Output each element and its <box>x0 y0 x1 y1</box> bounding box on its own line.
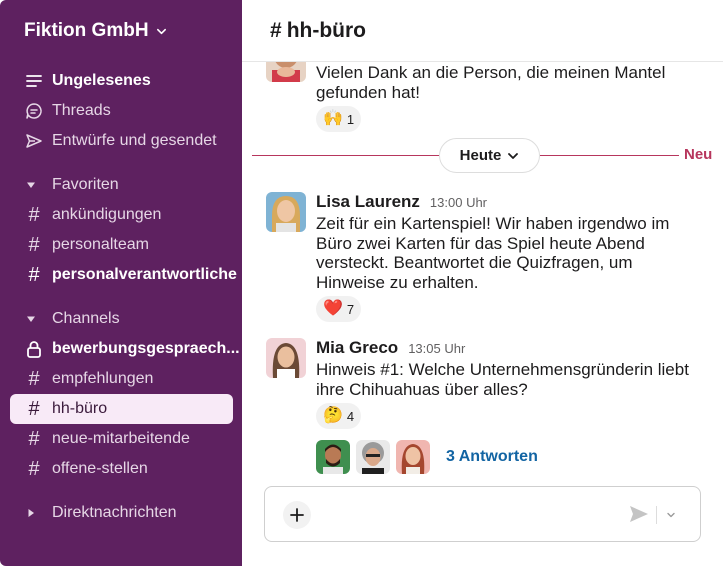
message-composer[interactable] <box>264 486 701 542</box>
reply-avatar <box>356 440 390 474</box>
message-line: Vielen Dank an die Person, die meinen Ma… <box>316 63 666 82</box>
hash-icon: # <box>28 428 40 450</box>
message-line: ihre Chihuahuas über alles? <box>316 379 528 399</box>
reply-avatar <box>396 440 430 474</box>
timestamp[interactable]: 13:05 Uhr <box>408 341 465 356</box>
channel-label: personalteam <box>52 236 149 253</box>
hash-icon: # <box>28 234 40 256</box>
message-line: versteckt. Beantwortet die Quizfragen, u… <box>316 253 633 272</box>
send-options-chevron-icon[interactable] <box>666 510 676 520</box>
workspace-name: Fiktion GmbH <box>24 20 149 41</box>
section-title: Channels <box>52 310 120 327</box>
channel-label: neue-mitarbeitende <box>52 430 190 447</box>
channel-label: bewerbungsgespraech... <box>52 340 240 357</box>
channel-view: # hh-büro Vielen Dank an die Person, die … <box>242 0 723 566</box>
reaction-count: 1 <box>346 111 355 127</box>
reaction-raised-hands[interactable]: 🙌 1 <box>316 106 362 132</box>
sidebar-item-label: Ungelesenes <box>52 72 151 89</box>
sidebar-item-drafts-sent[interactable]: Entwürfe und gesendet <box>10 126 233 156</box>
reply-avatar <box>316 440 350 474</box>
raised-hands-emoji: 🙌 <box>323 110 343 127</box>
channel-label: empfehlungen <box>52 370 154 387</box>
author-name[interactable]: Lisa Laurenz <box>316 192 420 212</box>
channel-title[interactable]: # hh-büro <box>270 19 366 43</box>
avatar[interactable] <box>266 338 306 378</box>
channel-label: offene-stellen <box>52 460 148 477</box>
message-header: Mia Greco 13:05 Uhr <box>316 338 465 358</box>
reaction-heart[interactable]: ❤️ 7 <box>316 296 362 322</box>
channel-header: # hh-büro <box>242 0 723 62</box>
date-label: Heute <box>459 147 502 164</box>
hash-icon: # <box>28 368 40 390</box>
caret-down-icon <box>27 316 35 322</box>
hash-icon: # <box>270 18 282 42</box>
message-line: Zeit für ein Kartenspiel! Wir haben irge… <box>316 214 670 233</box>
chevron-down-icon <box>508 152 519 159</box>
message-line: gefunden hat! <box>316 82 420 102</box>
hash-icon: # <box>28 398 40 420</box>
hash-icon: # <box>28 264 40 286</box>
lock-icon <box>24 339 44 359</box>
thinking-face-emoji: 🤔 <box>323 407 343 424</box>
send-button[interactable] <box>629 505 649 523</box>
sidebar-item-label: Entwürfe und gesendet <box>52 132 217 149</box>
caret-down-icon <box>27 182 35 188</box>
new-messages-label: Neu <box>684 146 713 163</box>
new-messages-line-right <box>540 155 679 156</box>
unread-list-icon <box>24 71 44 91</box>
message-text: Vielen Dank an die Person, die meinen Ma… <box>316 63 665 102</box>
threads-icon <box>24 101 44 121</box>
sidebar-channel-bewerbungsgespraech[interactable]: bewerbungsgespraech... <box>10 334 240 364</box>
send-icon <box>24 131 44 151</box>
sidebar-item-label: Threads <box>52 102 111 119</box>
sidebar-channel-personalverantwortliche[interactable]: # personalverantwortliche <box>10 260 237 290</box>
reaction-thinking[interactable]: 🤔 4 <box>316 403 362 429</box>
channels-section-toggle[interactable]: Channels <box>10 304 233 334</box>
reaction-count: 4 <box>346 408 355 424</box>
sidebar-channel-empfehlungen[interactable]: # empfehlungen <box>10 364 233 394</box>
favorites-section-toggle[interactable]: Favoriten <box>10 170 233 200</box>
channel-name: hh-büro <box>286 18 366 42</box>
sidebar: Fiktion GmbH Ungelesenes Threads Entwürf… <box>0 0 242 566</box>
sidebar-channel-hh-buero[interactable]: # hh-büro <box>10 394 233 424</box>
sidebar-channel-offene-stellen[interactable]: # offene-stellen <box>10 454 233 484</box>
hash-icon: # <box>28 458 40 480</box>
message-text: Hinweis #1: Welche Unternehmensgründerin… <box>316 360 689 399</box>
sidebar-channel-ankuendigungen[interactable]: # ankündigungen <box>10 200 233 230</box>
direct-messages-section-toggle[interactable]: Direktnachrichten <box>10 498 233 528</box>
plus-icon <box>290 508 304 522</box>
section-title: Direktnachrichten <box>52 504 177 521</box>
timestamp[interactable]: 13:00 Uhr <box>430 195 487 210</box>
channel-label: hh-büro <box>52 400 108 417</box>
sidebar-item-threads[interactable]: Threads <box>10 96 233 126</box>
message-line: Hinweise zu erhalten. <box>316 272 479 292</box>
replies-link[interactable]: 3 Antworten <box>446 448 538 466</box>
workspace-switcher[interactable]: Fiktion GmbH <box>24 20 167 42</box>
thread-replies[interactable]: 3 Antworten <box>316 440 538 474</box>
date-jump-button[interactable]: Heute <box>439 138 540 173</box>
channel-label: personalverantwortliche <box>52 266 237 283</box>
section-title: Favoriten <box>52 176 119 193</box>
sidebar-channel-neue-mitarbeitende[interactable]: # neue-mitarbeitende <box>10 424 233 454</box>
avatar[interactable] <box>266 192 306 232</box>
hash-icon: # <box>28 204 40 226</box>
heart-emoji: ❤️ <box>323 300 343 317</box>
sidebar-channel-personalteam[interactable]: # personalteam <box>10 230 233 260</box>
channel-label: ankündigungen <box>52 206 162 223</box>
chevron-down-icon <box>156 28 166 34</box>
reaction-count: 7 <box>346 301 355 317</box>
message-line: Hinweis #1: Welche Unternehmensgründerin… <box>316 360 689 379</box>
caret-right-icon <box>28 509 34 517</box>
new-messages-line-left <box>252 155 439 156</box>
message-header: Lisa Laurenz 13:00 Uhr <box>316 192 487 212</box>
message-line: Büro zwei Karten für das Spiel heute Abe… <box>316 233 645 253</box>
author-name[interactable]: Mia Greco <box>316 338 398 358</box>
attach-button[interactable] <box>283 501 311 529</box>
divider <box>656 506 657 524</box>
sidebar-item-unread[interactable]: Ungelesenes <box>10 66 233 96</box>
message-text: Zeit für ein Kartenspiel! Wir haben irge… <box>316 214 669 292</box>
